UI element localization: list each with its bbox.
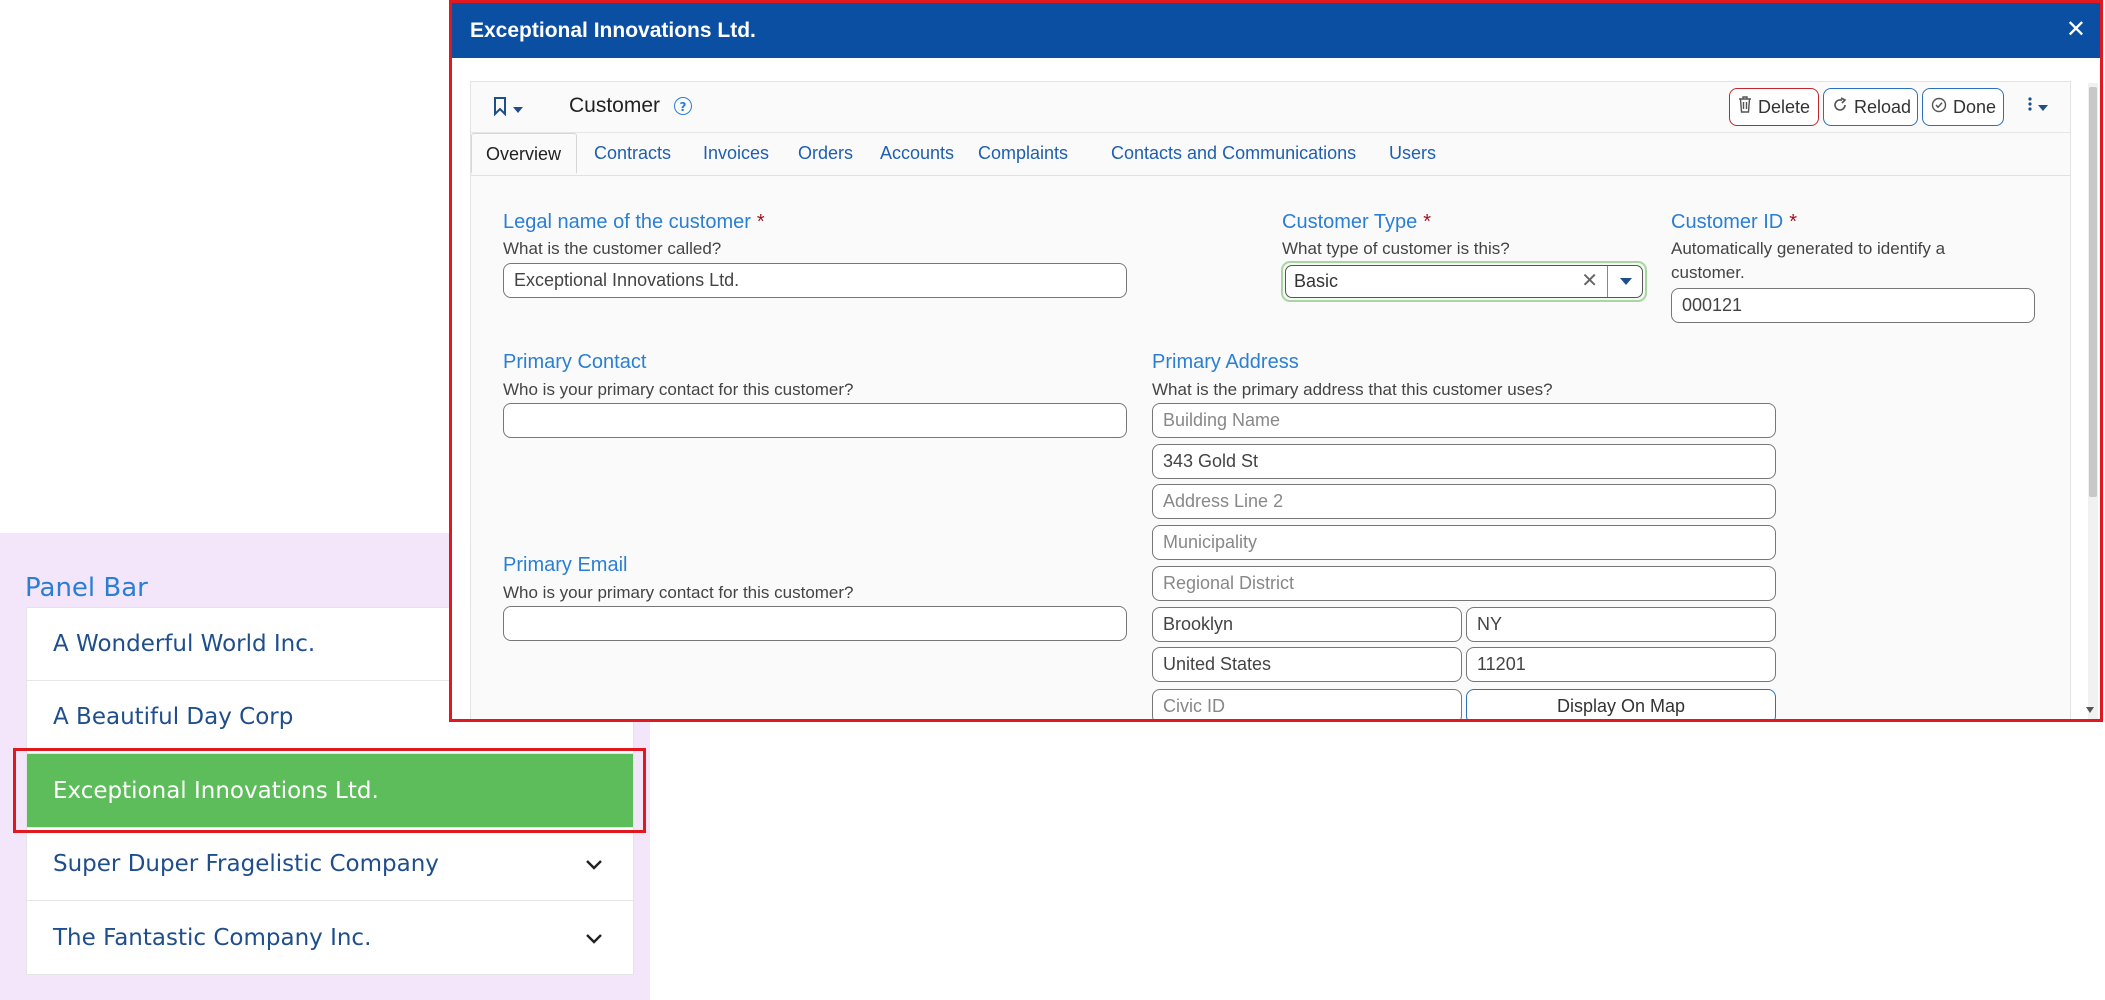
panel-item-super-duper[interactable]: Super Duper Fragelistic Company [27, 828, 633, 901]
panel-item-label: The Fantastic Company Inc. [53, 924, 372, 951]
close-icon[interactable]: ✕ [2066, 15, 2086, 44]
customer-id-label-text: Customer ID [1671, 211, 1784, 233]
reload-icon [1832, 96, 1848, 118]
building-name-field[interactable]: Building Name [1152, 403, 1776, 438]
city-field[interactable]: Brooklyn [1152, 607, 1462, 642]
help-icon[interactable]: ? [674, 97, 692, 115]
panel-item-exceptional-innovations[interactable]: Exceptional Innovations Ltd. [27, 754, 633, 828]
required-marker: * [756, 211, 765, 233]
customer-id-label: Customer ID * [1671, 211, 1797, 234]
legal-name-help: What is the customer called? [503, 239, 722, 258]
bookmark-menu-button[interactable] [493, 96, 523, 120]
form-title: Customer [569, 94, 661, 117]
tab-invoices[interactable]: Invoices [689, 133, 783, 174]
panel-bar-title: Panel Bar [25, 573, 148, 603]
panel-item-label: Exceptional Innovations Ltd. [53, 777, 379, 804]
reload-label: Reload [1854, 96, 1912, 117]
customer-dialog: Exceptional Innovations Ltd. ✕ Customer … [449, 0, 2103, 722]
customer-id-help-line1: Automatically generated to identify a [1671, 239, 1946, 258]
customer-type-select-box[interactable]: Basic ✕ [1285, 265, 1643, 298]
legal-name-field[interactable]: Exceptional Innovations Ltd. [503, 263, 1127, 298]
customer-type-help: What type of customer is this? [1282, 239, 1510, 258]
required-marker: * [1789, 211, 1798, 233]
chevron-down-icon[interactable] [585, 851, 603, 877]
caret-down-icon [2038, 97, 2048, 116]
tab-contracts[interactable]: Contracts [580, 133, 685, 174]
caret-down-icon[interactable] [1620, 278, 1632, 285]
postal-code-field[interactable]: 11201 [1466, 647, 1776, 682]
customer-type-value: Basic [1294, 271, 1339, 291]
scrollbar-thumb[interactable] [2089, 87, 2097, 497]
panel-item-label: A Beautiful Day Corp [53, 704, 294, 730]
display-on-map-button[interactable]: Display On Map [1466, 689, 1776, 719]
country-field[interactable]: United States [1152, 647, 1462, 682]
panel-item-label: A Wonderful World Inc. [53, 631, 316, 657]
form-tabs: Overview Contracts Invoices Orders Accou… [471, 133, 2070, 176]
municipality-field[interactable]: Municipality [1152, 525, 1776, 560]
chevron-down-icon[interactable] [585, 925, 603, 951]
delete-button[interactable]: Delete [1729, 88, 1819, 126]
tab-complaints[interactable]: Complaints [964, 133, 1082, 174]
dialog-scrollbar[interactable] [2086, 83, 2098, 719]
address-line1-field[interactable]: 343 Gold St [1152, 444, 1776, 479]
primary-contact-field[interactable] [503, 403, 1127, 438]
dialog-header: Exceptional Innovations Ltd. ✕ [452, 3, 2100, 58]
tab-contacts-and-communications[interactable]: Contacts and Communications [1097, 133, 1370, 174]
customer-type-label: Customer Type * [1282, 211, 1431, 234]
tab-overview[interactable]: Overview [471, 133, 577, 174]
tab-orders[interactable]: Orders [784, 133, 867, 174]
customer-id-help-line2: customer. [1671, 263, 1745, 282]
required-marker: * [1423, 211, 1432, 233]
address-line2-field[interactable]: Address Line 2 [1152, 484, 1776, 519]
legal-name-label-text: Legal name of the customer [503, 211, 751, 233]
primary-email-field[interactable] [503, 606, 1127, 641]
delete-label: Delete [1758, 96, 1811, 117]
reload-button[interactable]: Reload [1823, 88, 1918, 126]
tab-accounts[interactable]: Accounts [866, 133, 968, 174]
panel-item-the-fantastic[interactable]: The Fantastic Company Inc. [27, 901, 633, 974]
regional-district-field[interactable]: Regional District [1152, 566, 1776, 601]
form-toolbar: Customer ? Delete Reload Done [471, 82, 2070, 133]
civic-id-field[interactable]: Civic ID [1152, 689, 1462, 719]
done-button[interactable]: Done [1922, 88, 2004, 126]
customer-type-label-text: Customer Type [1282, 211, 1418, 233]
primary-email-label: Primary Email [503, 554, 628, 576]
select-divider [1607, 266, 1608, 297]
check-circle-icon [1931, 97, 1947, 118]
customer-id-help: Automatically generated to identify a cu… [1671, 237, 1945, 285]
tab-users[interactable]: Users [1375, 133, 1450, 174]
more-actions-button[interactable] [2028, 96, 2048, 116]
clear-icon[interactable]: ✕ [1581, 266, 1598, 296]
dialog-body: Customer ? Delete Reload Done Overview C… [470, 81, 2071, 719]
primary-contact-label: Primary Contact [503, 351, 647, 373]
primary-contact-help: Who is your primary contact for this cus… [503, 380, 854, 399]
primary-address-help: What is the primary address that this cu… [1152, 380, 1553, 399]
primary-address-label: Primary Address [1152, 351, 1299, 373]
customer-type-select[interactable]: Basic ✕ [1281, 261, 1647, 302]
primary-email-help: Who is your primary contact for this cus… [503, 583, 854, 602]
dialog-title: Exceptional Innovations Ltd. [470, 18, 756, 42]
customer-id-field[interactable]: 000121 [1671, 288, 2035, 323]
caret-down-icon [513, 99, 523, 118]
state-field[interactable]: NY [1466, 607, 1776, 642]
done-label: Done [1953, 96, 1997, 117]
legal-name-label: Legal name of the customer * [503, 211, 765, 234]
panel-item-label: Super Duper Fragelistic Company [53, 851, 439, 877]
scroll-down-arrow[interactable] [2086, 707, 2094, 713]
trash-icon [1738, 96, 1752, 118]
kebab-icon [2028, 96, 2032, 116]
bookmark-icon [493, 96, 507, 120]
